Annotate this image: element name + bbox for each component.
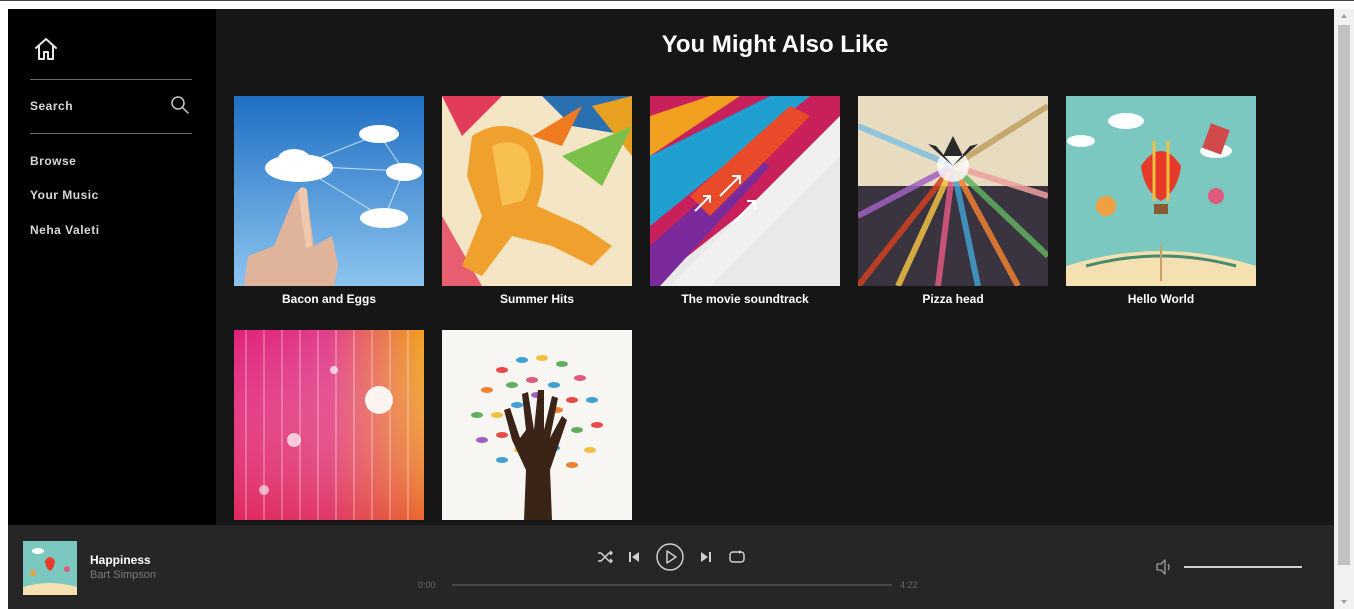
browser-viewport: Search Browse Your Music Neha Valeti You…: [0, 0, 1354, 609]
sidebar-item-browse[interactable]: Browse: [30, 154, 76, 168]
volume-slider[interactable]: [1184, 566, 1302, 568]
album-title: Hello World: [1127, 292, 1195, 306]
now-playing-title[interactable]: Happiness: [90, 553, 151, 567]
search-icon: [171, 96, 189, 114]
album-cover: [234, 96, 424, 286]
page-scrollbar[interactable]: [1334, 9, 1354, 609]
album-card[interactable]: Hello World: [1066, 96, 1256, 306]
scroll-up-icon[interactable]: [1334, 9, 1354, 23]
home-icon: [35, 38, 57, 60]
time-current: 0:00: [418, 580, 436, 590]
volume-icon[interactable]: [1154, 557, 1174, 577]
home-button[interactable]: [32, 35, 60, 63]
album-title: Bacon and Eggs: [281, 292, 376, 306]
main-content: You Might Also Like Bacon and Eggs Summe…: [216, 9, 1334, 525]
time-total: 4:22: [900, 580, 918, 590]
sidebar-item-your-music[interactable]: Your Music: [30, 188, 99, 202]
album-title: Pizza head: [922, 292, 984, 306]
album-cover: [442, 330, 632, 520]
search-input[interactable]: Search: [30, 95, 192, 119]
album-card[interactable]: Bacon and Eggs: [234, 96, 424, 306]
scrollbar-thumb[interactable]: [1338, 25, 1350, 565]
album-title: The movie soundtrack: [681, 292, 809, 306]
album-card[interactable]: [442, 330, 632, 525]
sidebar: Search Browse Your Music Neha Valeti: [8, 9, 216, 525]
sidebar-divider: [30, 79, 192, 80]
shuffle-icon[interactable]: [595, 547, 615, 567]
album-cover: [650, 96, 840, 286]
play-icon[interactable]: [655, 542, 685, 572]
now-playing-cover: [23, 541, 77, 595]
album-card[interactable]: [234, 330, 424, 525]
page-title: You Might Also Like: [661, 31, 889, 58]
search-label: Search: [30, 99, 74, 113]
album-cover: [234, 330, 424, 520]
player-bar: Happiness Bart Simpson 0:00 4:22: [8, 525, 1334, 609]
previous-icon[interactable]: [625, 547, 643, 567]
sidebar-divider: [30, 133, 192, 134]
next-icon[interactable]: [697, 547, 715, 567]
album-cover: [442, 96, 632, 286]
repeat-icon[interactable]: [727, 547, 747, 567]
music-app: Search Browse Your Music Neha Valeti You…: [8, 9, 1334, 609]
album-title: Summer Hits: [499, 292, 575, 306]
album-card[interactable]: Summer Hits: [442, 96, 632, 306]
album-cover: [1066, 96, 1256, 286]
album-card[interactable]: The movie soundtrack: [650, 96, 840, 306]
progress-bar[interactable]: [452, 584, 892, 586]
album-card[interactable]: Pizza head: [858, 96, 1048, 306]
scroll-down-icon[interactable]: [1334, 595, 1354, 609]
album-cover: [858, 96, 1048, 286]
now-playing-artist[interactable]: Bart Simpson: [90, 569, 156, 581]
sidebar-item-profile[interactable]: Neha Valeti: [30, 223, 100, 237]
